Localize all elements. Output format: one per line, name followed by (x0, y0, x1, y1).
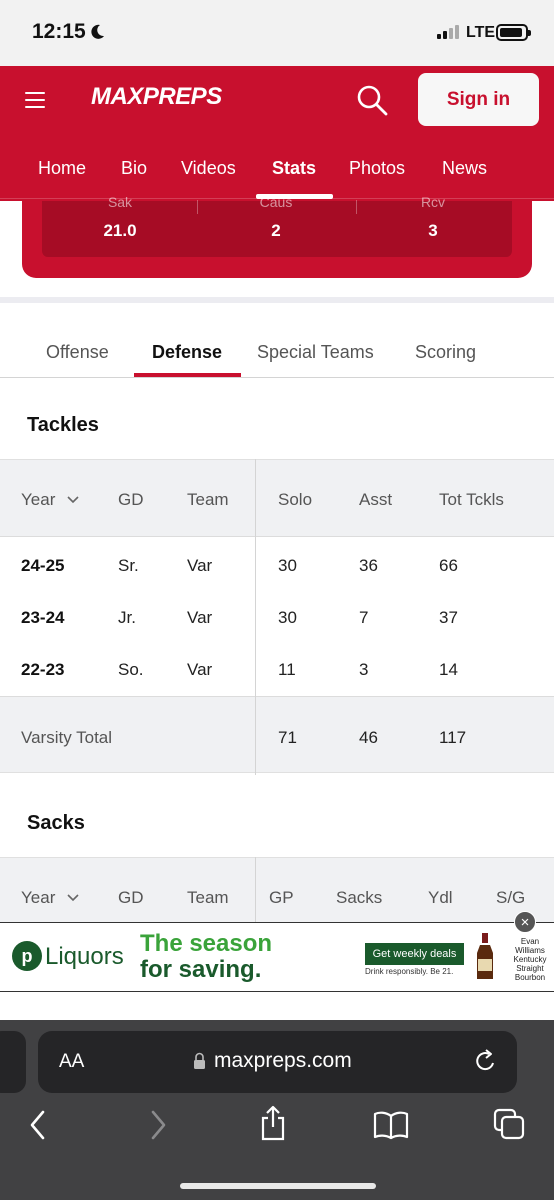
total-label: Varsity Total (21, 728, 113, 747)
total-tot-tckls: 117 (439, 728, 467, 747)
reload-icon[interactable] (474, 1048, 498, 1074)
column-header-team: Team (187, 888, 229, 907)
cell-solo: 11 (278, 660, 296, 679)
lock-icon (194, 1052, 205, 1069)
summary-value-rcv: 3 (428, 221, 438, 240)
summary-label-rcv: Rcv (420, 194, 446, 210)
ad-product: Evan Williams Kentucky Straight Bourbon (513, 937, 547, 982)
summary-value-caus: 2 (271, 221, 281, 240)
cell-asst: 3 (359, 660, 369, 679)
summary-value-sak: 21.0 (103, 221, 137, 240)
menu-icon[interactable] (25, 92, 45, 108)
subtab-special-teams[interactable]: Special Teams (257, 342, 374, 363)
close-ad-button[interactable]: × (514, 911, 536, 933)
ad-headline: The season for saving. (140, 930, 273, 983)
subtab-scoring[interactable]: Scoring (415, 342, 476, 363)
summary-label-sak: Sak (107, 194, 133, 210)
ad-cta-button[interactable]: Get weekly deals (365, 943, 464, 965)
cell-gd: So. (118, 660, 144, 679)
url-text[interactable]: maxpreps.com (214, 1049, 352, 1073)
section-separator (0, 297, 554, 303)
column-header-gp: GP (269, 888, 294, 907)
cell-team: Var (187, 660, 213, 679)
tab-home[interactable]: Home (38, 158, 86, 179)
column-header-gd: GD (118, 888, 144, 907)
ad-banner[interactable]: p Liquors The season for saving. Get wee… (0, 922, 554, 992)
search-icon[interactable] (356, 84, 388, 116)
cell-team: Var (187, 608, 213, 627)
ad-brand: Liquors (45, 943, 124, 970)
tab-news[interactable]: News (442, 158, 487, 179)
sacks-title: Sacks (27, 812, 85, 834)
column-header-year[interactable]: Year (21, 490, 55, 510)
column-header-gd: GD (118, 490, 144, 509)
bottle-icon (477, 933, 493, 979)
cell-year: 23-24 (21, 608, 65, 627)
summary-label-caus: Caus (259, 194, 293, 210)
column-header-ydl: Ydl (428, 888, 453, 907)
cell-tot-tckls: 37 (439, 608, 458, 627)
cell-gd: Jr. (118, 608, 136, 627)
column-header-asst: Asst (359, 490, 393, 509)
player-nav: Home Bio Videos Stats Photos News (0, 140, 554, 200)
table-column-divider (255, 857, 256, 922)
chevron-down-icon[interactable] (67, 894, 79, 902)
back-icon[interactable] (28, 1108, 48, 1142)
ad-logo-icon: p (12, 941, 42, 971)
cell-solo: 30 (278, 608, 297, 627)
column-header-team: Team (187, 490, 229, 509)
column-header-solo: Solo (278, 490, 313, 509)
summary-divider (356, 200, 357, 214)
bookmarks-icon[interactable] (373, 1110, 409, 1140)
summary-divider (197, 200, 198, 214)
battery-icon (496, 24, 531, 41)
chevron-down-icon[interactable] (67, 496, 79, 504)
moon-icon (91, 24, 104, 39)
cell-solo: 30 (278, 556, 297, 575)
cell-asst: 7 (359, 608, 369, 627)
status-time: 12:15 (32, 20, 86, 43)
reader-settings-button[interactable]: AA (59, 1051, 84, 1073)
subtab-divider (0, 377, 554, 378)
cell-gd: Sr. (118, 556, 139, 575)
maxpreps-logo[interactable]: MAXPREPS (91, 83, 222, 111)
subtab-offense[interactable]: Offense (46, 342, 109, 363)
total-solo: 71 (278, 728, 297, 747)
column-header-tot-tckls: Tot Tckls (439, 490, 504, 509)
tab-photos[interactable]: Photos (349, 158, 405, 179)
share-icon[interactable] (259, 1104, 287, 1142)
column-header-year[interactable]: Year (21, 888, 55, 908)
subtab-defense[interactable]: Defense (152, 342, 222, 363)
forward-icon[interactable] (148, 1108, 168, 1142)
column-header-sacks: Sacks (336, 888, 383, 907)
cell-asst: 36 (359, 556, 378, 575)
cell-year: 24-25 (21, 556, 65, 575)
network-label: LTE (466, 24, 496, 41)
sign-in-button[interactable]: Sign in (418, 73, 539, 126)
total-asst: 46 (359, 728, 378, 747)
tackles-title: Tackles (27, 414, 99, 436)
tab-bio[interactable]: Bio (121, 158, 147, 179)
cell-tot-tckls: 14 (439, 660, 458, 679)
address-bar[interactable]: AA maxpreps.com (38, 1031, 517, 1093)
tab-videos[interactable]: Videos (181, 158, 236, 179)
table-column-divider (255, 696, 256, 775)
column-header-s-g: S/G (496, 888, 526, 907)
home-indicator (180, 1183, 376, 1189)
cell-team: Var (187, 556, 213, 575)
ad-fine-print: Drink responsibly. Be 21. (365, 967, 454, 976)
previous-tab-pill[interactable] (0, 1031, 26, 1093)
tab-stats[interactable]: Stats (272, 158, 316, 179)
cell-tot-tckls: 66 (439, 556, 458, 575)
cell-year: 22-23 (21, 660, 65, 679)
status-bar: 12:15 LTE (0, 0, 554, 66)
tabs-icon[interactable] (493, 1108, 525, 1140)
